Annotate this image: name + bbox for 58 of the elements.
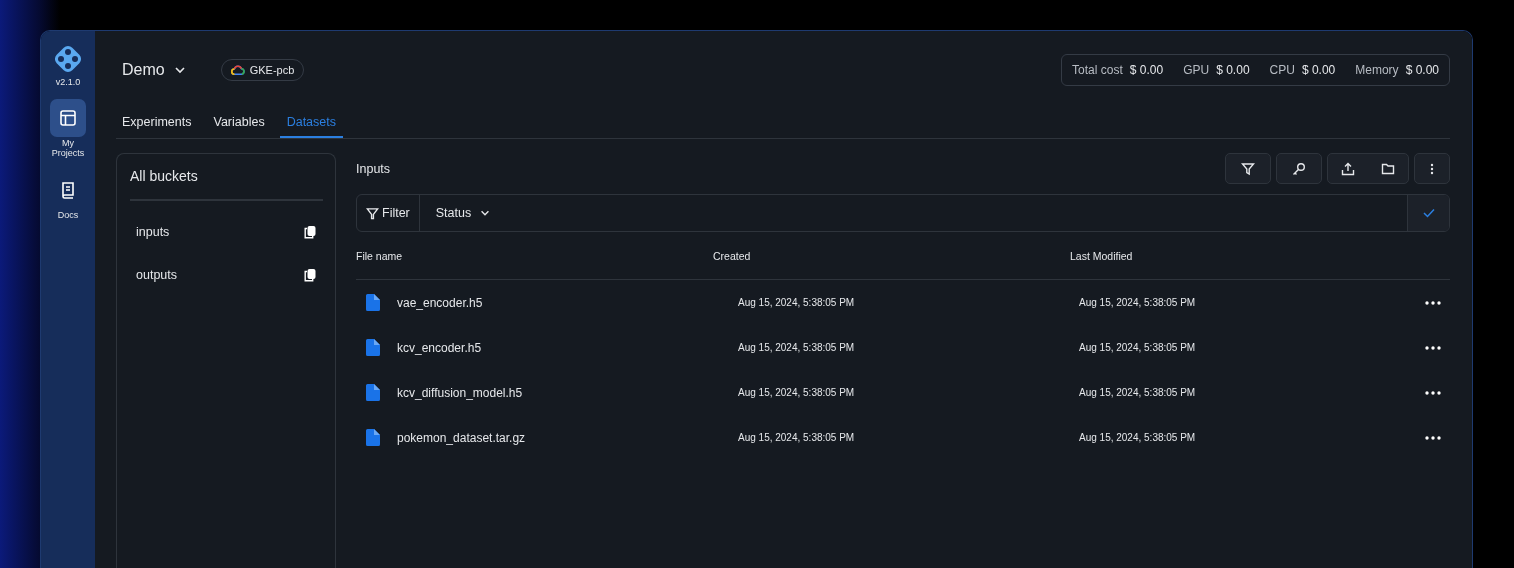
file-icon xyxy=(366,339,380,356)
created-date: Aug 15, 2024, 5:38:05 PM xyxy=(738,342,856,353)
filter-toggle[interactable]: Filter xyxy=(357,195,420,231)
more-horizontal-icon[interactable] xyxy=(1425,390,1441,395)
filter-button[interactable] xyxy=(1225,153,1271,184)
project-dropdown[interactable]: Demo xyxy=(122,61,187,79)
cost-value: $ 0.00 xyxy=(1301,63,1336,77)
nav-item[interactable]: Docs xyxy=(43,170,93,221)
key-icon xyxy=(1292,161,1306,176)
bucket-name[interactable]: inputs xyxy=(136,225,170,239)
book-icon xyxy=(59,180,77,199)
folder-icon[interactable] xyxy=(1381,161,1395,176)
key-button[interactable] xyxy=(1276,153,1322,184)
modified-date: Aug 15, 2024, 5:38:05 PM xyxy=(1079,342,1197,353)
file-name[interactable]: kcv_encoder.h5 xyxy=(397,340,482,355)
cost-label: CPU xyxy=(1269,63,1295,77)
tab[interactable]: Datasets xyxy=(279,109,343,138)
more-horizontal-icon[interactable] xyxy=(1425,435,1441,440)
tab[interactable]: Experiments xyxy=(116,109,199,138)
panel-title: All buckets xyxy=(130,168,199,184)
section-title: Inputs xyxy=(356,161,391,176)
file-name[interactable]: pokemon_dataset.tar.gz xyxy=(397,430,526,445)
modified-date: Aug 15, 2024, 5:38:05 PM xyxy=(1079,387,1197,398)
modified-date: Aug 15, 2024, 5:38:05 PM xyxy=(1079,297,1197,308)
created-date: Aug 15, 2024, 5:38:05 PM xyxy=(738,297,856,308)
more-vertical-icon xyxy=(1430,162,1434,175)
column-header: Created xyxy=(713,249,752,262)
funnel-icon xyxy=(1241,161,1255,176)
cloud-icon xyxy=(230,65,245,75)
column-header: Last Modified xyxy=(1070,249,1134,262)
status-dropdown[interactable]: Status xyxy=(419,195,508,231)
cost-label: Total cost xyxy=(1072,63,1123,77)
file-icon xyxy=(366,384,380,401)
copy-icon[interactable] xyxy=(303,225,317,239)
file-icon xyxy=(366,429,380,446)
layout-icon xyxy=(59,109,77,127)
created-date: Aug 15, 2024, 5:38:05 PM xyxy=(738,387,856,398)
copy-icon[interactable] xyxy=(303,268,317,282)
cost-value: $ 0.00 xyxy=(1405,63,1439,77)
cost-label: GPU xyxy=(1183,63,1210,77)
version-label: v2.1.0 xyxy=(55,77,81,87)
created-date: Aug 15, 2024, 5:38:05 PM xyxy=(738,432,856,443)
modified-date: Aug 15, 2024, 5:38:05 PM xyxy=(1079,432,1197,443)
cost-value: $ 0.00 xyxy=(1129,63,1164,77)
upload-icon[interactable] xyxy=(1341,161,1355,176)
more-horizontal-icon[interactable] xyxy=(1425,300,1441,305)
bucket-name[interactable]: outputs xyxy=(136,268,177,282)
cost-value: $ 0.00 xyxy=(1216,63,1250,77)
checkmark-icon xyxy=(1422,208,1435,218)
cost-label: Memory xyxy=(1355,63,1399,77)
file-name[interactable]: vae_encoder.h5 xyxy=(397,295,483,310)
nav-item[interactable]: My Projects xyxy=(43,99,93,159)
funnel-icon xyxy=(366,206,379,220)
more-horizontal-icon[interactable] xyxy=(1425,345,1441,350)
file-name[interactable]: kcv_diffusion_model.h5 xyxy=(397,385,523,400)
tab[interactable]: Variables xyxy=(206,109,272,138)
file-icon xyxy=(366,294,380,311)
column-header: File name xyxy=(356,249,404,262)
